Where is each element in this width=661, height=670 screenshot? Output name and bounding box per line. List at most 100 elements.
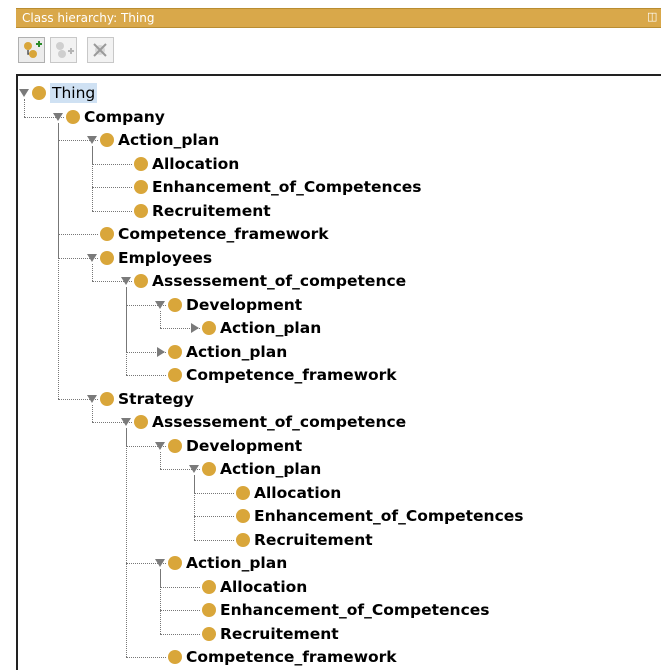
tree-connector	[194, 539, 234, 541]
class-icon	[66, 109, 80, 124]
collapse-toggle-icon[interactable]	[121, 418, 131, 426]
delete-class-button[interactable]	[87, 37, 114, 63]
panel-titlebar: Class hierarchy: Thing ◫	[16, 8, 661, 28]
collapse-toggle-icon[interactable]	[155, 441, 165, 450]
tree-connector	[160, 569, 161, 634]
toolbar	[16, 28, 661, 70]
tree-node[interactable]: Recruitement	[202, 623, 339, 645]
collapse-toggle-icon[interactable]	[121, 277, 131, 285]
tree-node[interactable]: Action_plan	[202, 317, 321, 339]
tree-node-label: Employees	[118, 248, 213, 267]
tree-connector	[126, 287, 127, 375]
tree-node[interactable]: Strategy	[100, 388, 194, 410]
class-icon	[32, 86, 46, 100]
tree-node[interactable]: Action_plan	[168, 552, 287, 574]
tree-node[interactable]: Company	[66, 106, 165, 128]
tree-connector	[194, 516, 234, 517]
tree-node[interactable]: Assessement_of_competence	[134, 270, 406, 292]
collapse-toggle-icon[interactable]	[155, 559, 165, 567]
tree-connector	[92, 146, 93, 211]
tree-connector	[194, 492, 234, 494]
tree-connector	[92, 187, 132, 188]
class-icon	[202, 626, 216, 641]
tree-node[interactable]: Recruitement	[134, 200, 271, 222]
tree-node[interactable]: Enhancement_of_Competences	[134, 176, 422, 198]
tree-connector	[92, 263, 93, 281]
add-sibling-button[interactable]	[50, 37, 77, 63]
collapse-toggle-icon[interactable]	[155, 300, 165, 309]
tree-connector	[24, 99, 25, 117]
tree-connector	[160, 310, 161, 328]
tree-node-label: Development	[186, 295, 303, 314]
tree-node-label: Company	[84, 107, 165, 126]
class-icon	[134, 180, 148, 194]
collapse-toggle-icon[interactable]	[87, 136, 97, 144]
tree-connector	[92, 163, 132, 165]
tree-node-label: Development	[186, 436, 303, 455]
tree-node-label: Enhancement_of_Competences	[254, 507, 524, 525]
tree-node[interactable]: Allocation	[202, 576, 307, 598]
tree-node-label: Action_plan	[118, 131, 220, 149]
tree-node-label: Competence_framework	[186, 366, 397, 384]
class-icon	[134, 415, 148, 429]
class-icon	[202, 462, 216, 476]
class-icon	[100, 227, 114, 241]
tree-node-label: Assessement_of_competence	[152, 272, 407, 290]
tree-node-label: Action_plan	[186, 554, 288, 572]
class-hierarchy-panel: Class hierarchy: Thing ◫ Thing Company A…	[0, 0, 661, 670]
tree-node-label: Recruitement	[220, 624, 339, 643]
class-icon	[168, 650, 182, 664]
tree-connector	[160, 586, 200, 588]
tree-node[interactable]: Competence_framework	[168, 646, 397, 668]
class-icon	[236, 485, 250, 500]
tree-node[interactable]: Action_plan	[202, 458, 321, 480]
class-tree[interactable]: Thing Company Action_plan Allocation Enhance…	[16, 74, 661, 670]
tree-node[interactable]: Allocation	[134, 153, 239, 175]
pane-options-icon[interactable]: ◫	[647, 10, 661, 26]
tree-connector	[160, 610, 200, 611]
tree-node-label: Assessement_of_competence	[152, 413, 407, 431]
tree-node-label: Competence_framework	[118, 225, 329, 243]
tree-node-label: Action_plan	[220, 319, 322, 337]
tree-node-label: Allocation	[220, 577, 308, 596]
add-subclass-button[interactable]	[18, 37, 45, 63]
tree-node[interactable]: Competence_framework	[168, 364, 397, 386]
collapse-toggle-icon[interactable]	[87, 253, 97, 262]
tree-node[interactable]: Development	[168, 294, 302, 316]
collapse-toggle-icon[interactable]	[19, 89, 29, 97]
class-icon	[100, 250, 114, 265]
expand-toggle-icon[interactable]	[191, 323, 199, 333]
tree-node[interactable]: Enhancement_of_Competences	[236, 505, 524, 527]
class-icon	[100, 391, 114, 406]
class-icon	[168, 556, 182, 570]
tree-node[interactable]: Assessement_of_competence	[134, 411, 406, 433]
class-icon	[168, 368, 182, 382]
tree-connector	[160, 451, 161, 469]
tree-connector	[160, 633, 200, 635]
tree-node[interactable]: Action_plan	[168, 341, 287, 363]
tree-node[interactable]: Recruitement	[236, 529, 373, 551]
collapse-toggle-icon[interactable]	[189, 465, 199, 473]
tree-node-label: Allocation	[152, 154, 240, 173]
class-icon	[134, 274, 148, 288]
tree-connector	[126, 428, 127, 657]
tree-node[interactable]: Thing	[32, 82, 98, 104]
tree-node[interactable]: Enhancement_of_Competences	[202, 599, 490, 621]
class-icon	[134, 156, 148, 171]
tree-node[interactable]: Allocation	[236, 482, 341, 504]
tree-node[interactable]: Action_plan	[100, 129, 219, 151]
tree-node-label: Action_plan	[186, 342, 288, 361]
tree-node[interactable]: Employees	[100, 247, 212, 269]
class-icon	[236, 532, 250, 547]
tree-connector	[126, 657, 166, 658]
tree-node[interactable]: Competence_framework	[100, 223, 329, 245]
class-icon	[168, 344, 182, 359]
tree-node-label: Recruitement	[254, 530, 373, 549]
collapse-toggle-icon[interactable]	[87, 394, 97, 403]
expand-toggle-icon[interactable]	[157, 346, 165, 357]
tree-node[interactable]: Development	[168, 435, 302, 457]
collapse-toggle-icon[interactable]	[53, 112, 63, 121]
tree-connector	[92, 404, 93, 422]
tree-node-label: Recruitement	[152, 201, 271, 220]
add-sibling-icon	[56, 42, 74, 58]
